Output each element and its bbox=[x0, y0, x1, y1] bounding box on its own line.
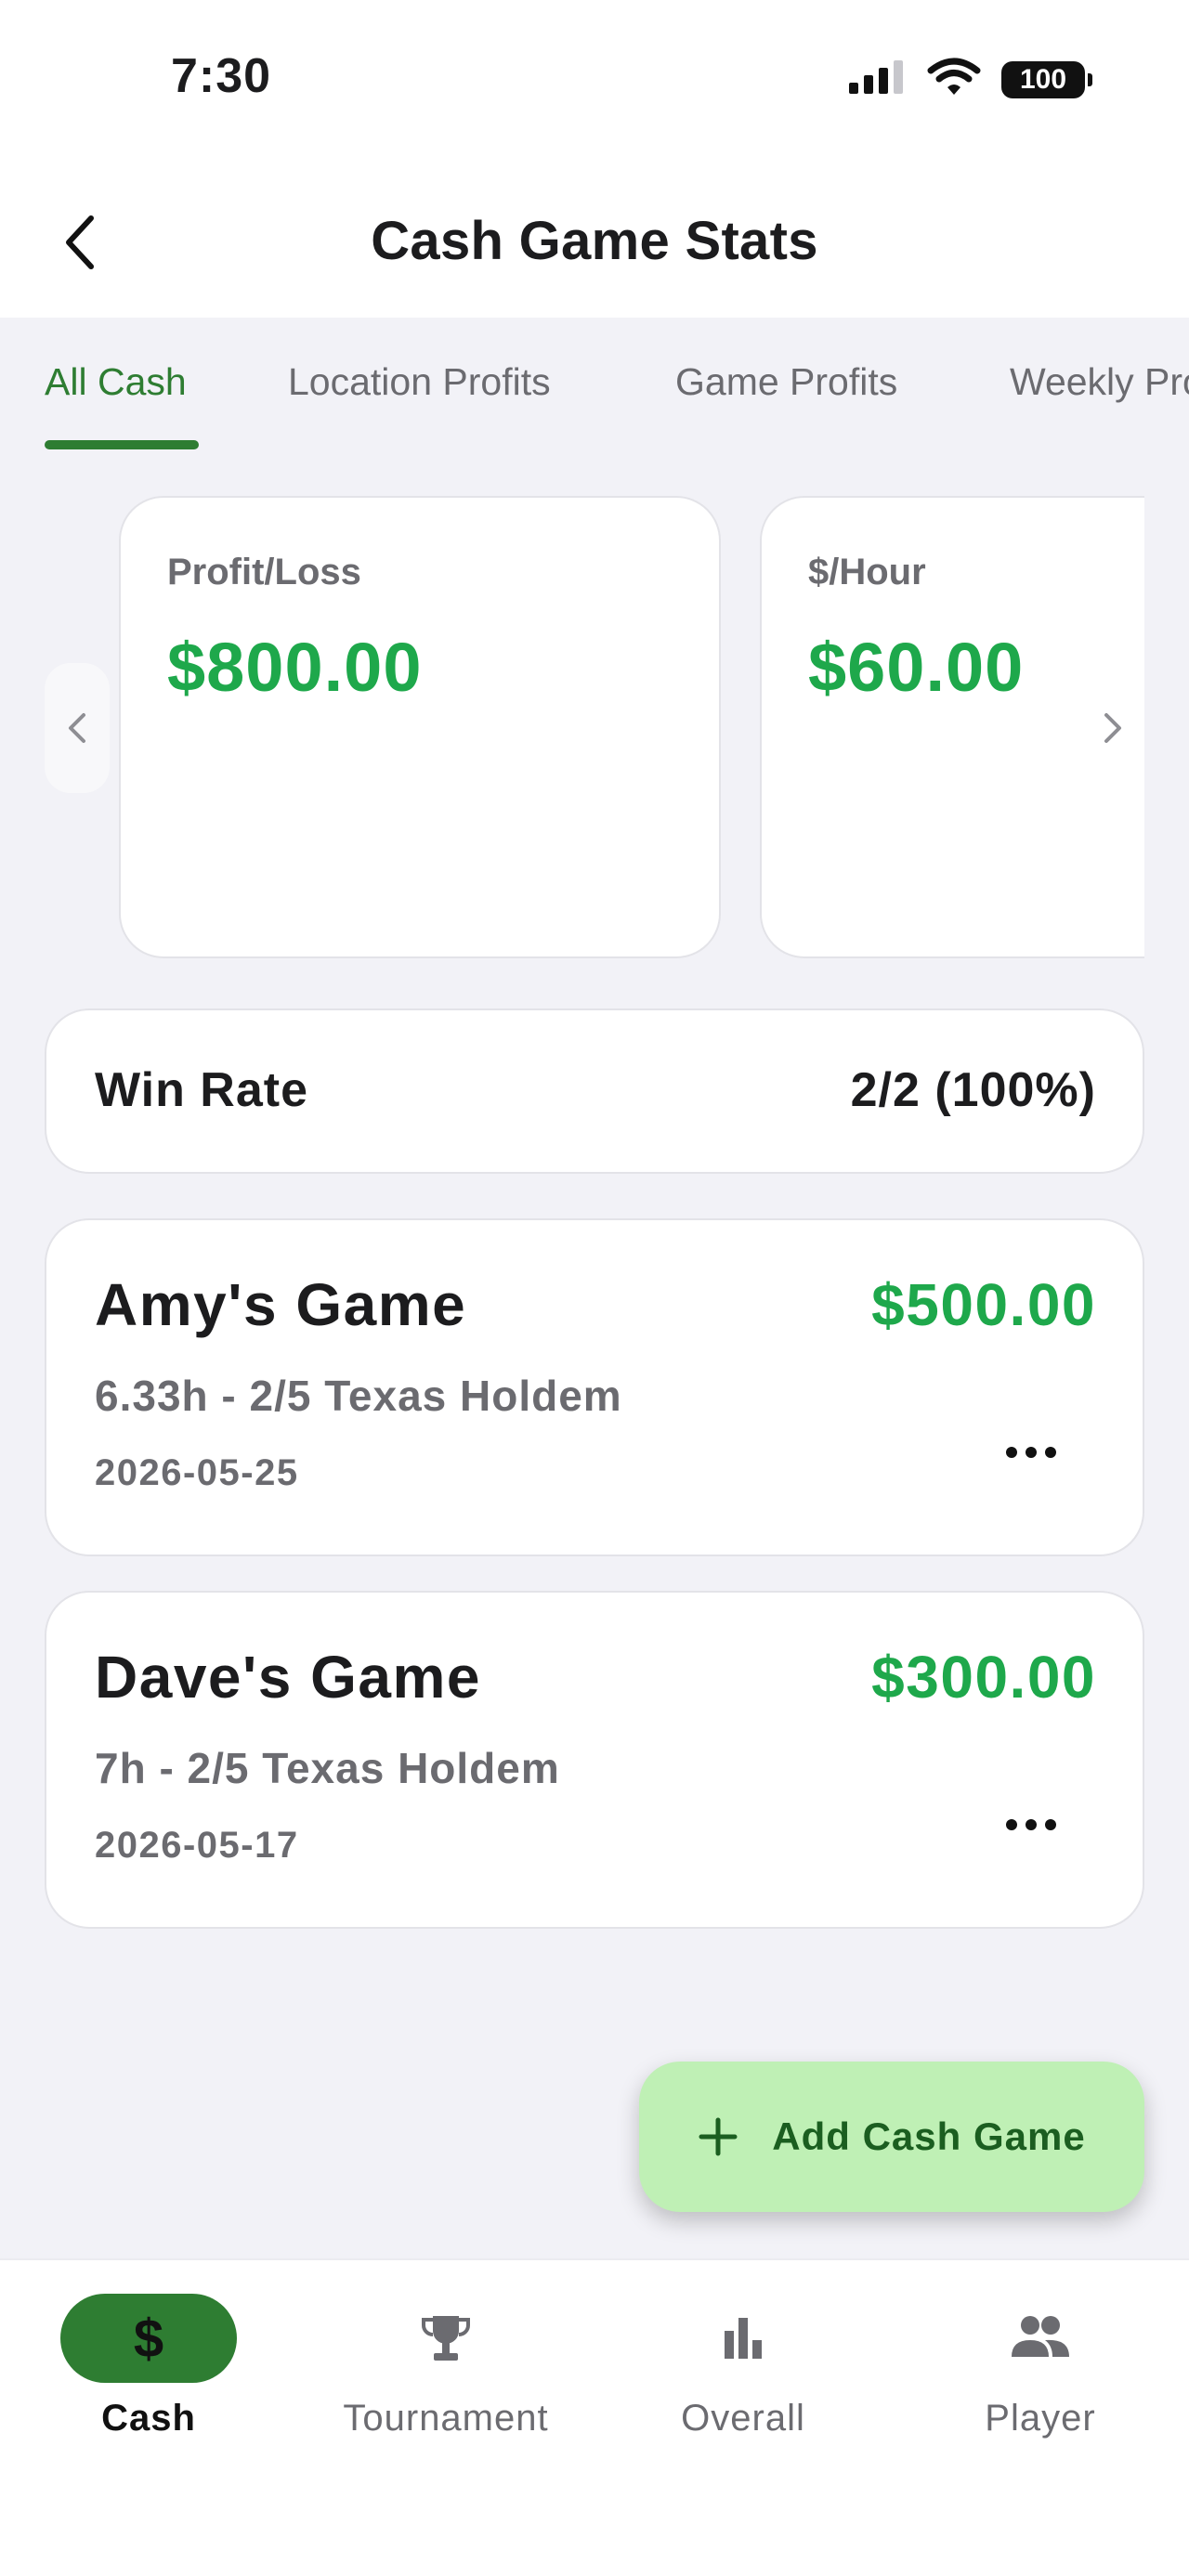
nav-label: Tournament bbox=[343, 2398, 549, 2439]
game-details: 7h - 2/5 Texas Holdem bbox=[95, 1744, 560, 1792]
game-date: 2026-05-17 bbox=[95, 1825, 299, 1866]
tab-all-cash[interactable]: All Cash bbox=[45, 360, 187, 404]
nav-label: Cash bbox=[101, 2398, 196, 2439]
game-amount: $300.00 bbox=[871, 1644, 1096, 1711]
nav-icon-container bbox=[952, 2294, 1129, 2383]
wifi-icon bbox=[927, 58, 981, 101]
nav-label: Player bbox=[985, 2398, 1096, 2439]
game-amount: $500.00 bbox=[871, 1271, 1096, 1338]
win-rate-label: Win Rate bbox=[95, 1063, 308, 1117]
bottom-navigation: $ Cash Tournament Overall Player bbox=[0, 2258, 1189, 2576]
battery-icon: 100 bbox=[1001, 60, 1092, 98]
nav-item-player[interactable]: Player bbox=[892, 2294, 1189, 2439]
nav-item-cash[interactable]: $ Cash bbox=[0, 2294, 297, 2439]
trophy-icon bbox=[422, 2316, 470, 2361]
active-tab-indicator bbox=[45, 440, 199, 449]
tab-game-profits[interactable]: Game Profits bbox=[675, 360, 897, 404]
chevron-left-icon bbox=[69, 713, 85, 743]
signal-icon bbox=[847, 59, 907, 100]
game-card[interactable]: Dave's Game $300.00 7h - 2/5 Texas Holde… bbox=[45, 1591, 1144, 1929]
tab-location-profits[interactable]: Location Profits bbox=[288, 360, 551, 404]
game-details: 6.33h - 2/5 Texas Holdem bbox=[95, 1372, 622, 1420]
people-icon bbox=[1012, 2316, 1069, 2357]
tab-bar: All Cash Location Profits Game Profits W… bbox=[0, 318, 1189, 449]
stat-carousel[interactable]: Profit/Loss $800.00 $/Hour $60.00 bbox=[117, 494, 1144, 964]
status-bar: 7:30 100 bbox=[0, 0, 1189, 167]
stat-label: $/Hour bbox=[808, 552, 926, 592]
status-icons: 100 bbox=[847, 58, 1092, 101]
game-card[interactable]: Amy's Game $500.00 6.33h - 2/5 Texas Hol… bbox=[45, 1218, 1144, 1556]
add-cash-game-label: Add Cash Game bbox=[772, 2114, 1086, 2158]
more-horizontal-icon bbox=[1006, 1447, 1056, 1458]
nav-icon-container: $ bbox=[60, 2294, 237, 2383]
game-date: 2026-05-25 bbox=[95, 1452, 299, 1493]
tab-weekly-profits[interactable]: Weekly Profits bbox=[1010, 360, 1189, 404]
nav-icon-container bbox=[358, 2294, 534, 2383]
add-cash-game-button[interactable]: Add Cash Game bbox=[639, 2062, 1144, 2212]
game-name: Dave's Game bbox=[95, 1644, 481, 1711]
page-title: Cash Game Stats bbox=[371, 211, 818, 271]
navigation-header: Cash Game Stats bbox=[0, 167, 1189, 318]
nav-item-tournament[interactable]: Tournament bbox=[297, 2294, 594, 2439]
win-rate-value: 2/2 (100%) bbox=[850, 1063, 1096, 1117]
win-rate-card: Win Rate 2/2 (100%) bbox=[45, 1008, 1144, 1174]
dollar-icon: $ bbox=[133, 2308, 164, 2369]
carousel-prev-button[interactable] bbox=[45, 663, 110, 793]
nav-icon-container bbox=[655, 2294, 831, 2383]
nav-label: Overall bbox=[681, 2398, 805, 2439]
stat-value: $60.00 bbox=[808, 629, 1025, 706]
stat-card-profit-loss: Profit/Loss $800.00 bbox=[119, 496, 721, 958]
more-horizontal-icon bbox=[1006, 1819, 1056, 1830]
nav-item-overall[interactable]: Overall bbox=[594, 2294, 892, 2439]
stat-label: Profit/Loss bbox=[167, 552, 361, 592]
chevron-right-icon bbox=[1104, 713, 1121, 743]
more-options-button[interactable] bbox=[994, 1425, 1068, 1480]
status-time: 7:30 bbox=[171, 49, 272, 103]
plus-icon bbox=[699, 2117, 738, 2156]
carousel-next-button[interactable] bbox=[1085, 700, 1141, 756]
stat-value: $800.00 bbox=[167, 629, 423, 706]
more-options-button[interactable] bbox=[994, 1797, 1068, 1853]
game-name: Amy's Game bbox=[95, 1271, 467, 1338]
bar-chart-icon bbox=[725, 2318, 762, 2359]
